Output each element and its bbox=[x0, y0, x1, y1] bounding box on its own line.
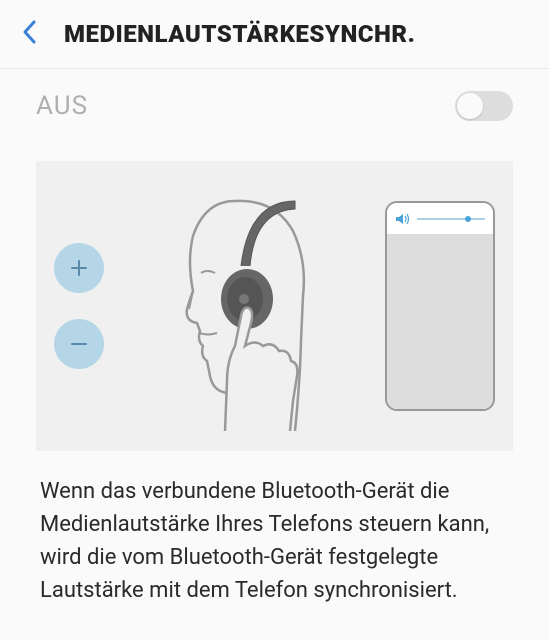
phone-volume-slider bbox=[417, 218, 485, 220]
phone-volume-thumb bbox=[465, 216, 471, 222]
illustration bbox=[36, 161, 513, 451]
volume-controls-illustration bbox=[54, 243, 104, 369]
media-volume-sync-toggle[interactable] bbox=[455, 91, 513, 121]
phone-illustration bbox=[385, 201, 495, 411]
person-headphone-illustration bbox=[104, 181, 385, 431]
toggle-thumb bbox=[457, 93, 483, 119]
speaker-icon bbox=[395, 212, 411, 226]
phone-volume-bar bbox=[387, 203, 493, 235]
toggle-label: AUS bbox=[36, 91, 88, 121]
toggle-row: AUS bbox=[0, 69, 549, 143]
plus-button-illustration bbox=[54, 243, 104, 293]
minus-button-illustration bbox=[54, 319, 104, 369]
back-icon[interactable] bbox=[20, 18, 38, 50]
description-text: Wenn das verbundene Bluetooth-Gerät die … bbox=[0, 451, 549, 607]
phone-screen-body bbox=[387, 235, 493, 409]
page-title: MEDIENLAUTSTÄRKESYNCHR. bbox=[64, 20, 415, 48]
header-bar: MEDIENLAUTSTÄRKESYNCHR. bbox=[0, 0, 549, 69]
